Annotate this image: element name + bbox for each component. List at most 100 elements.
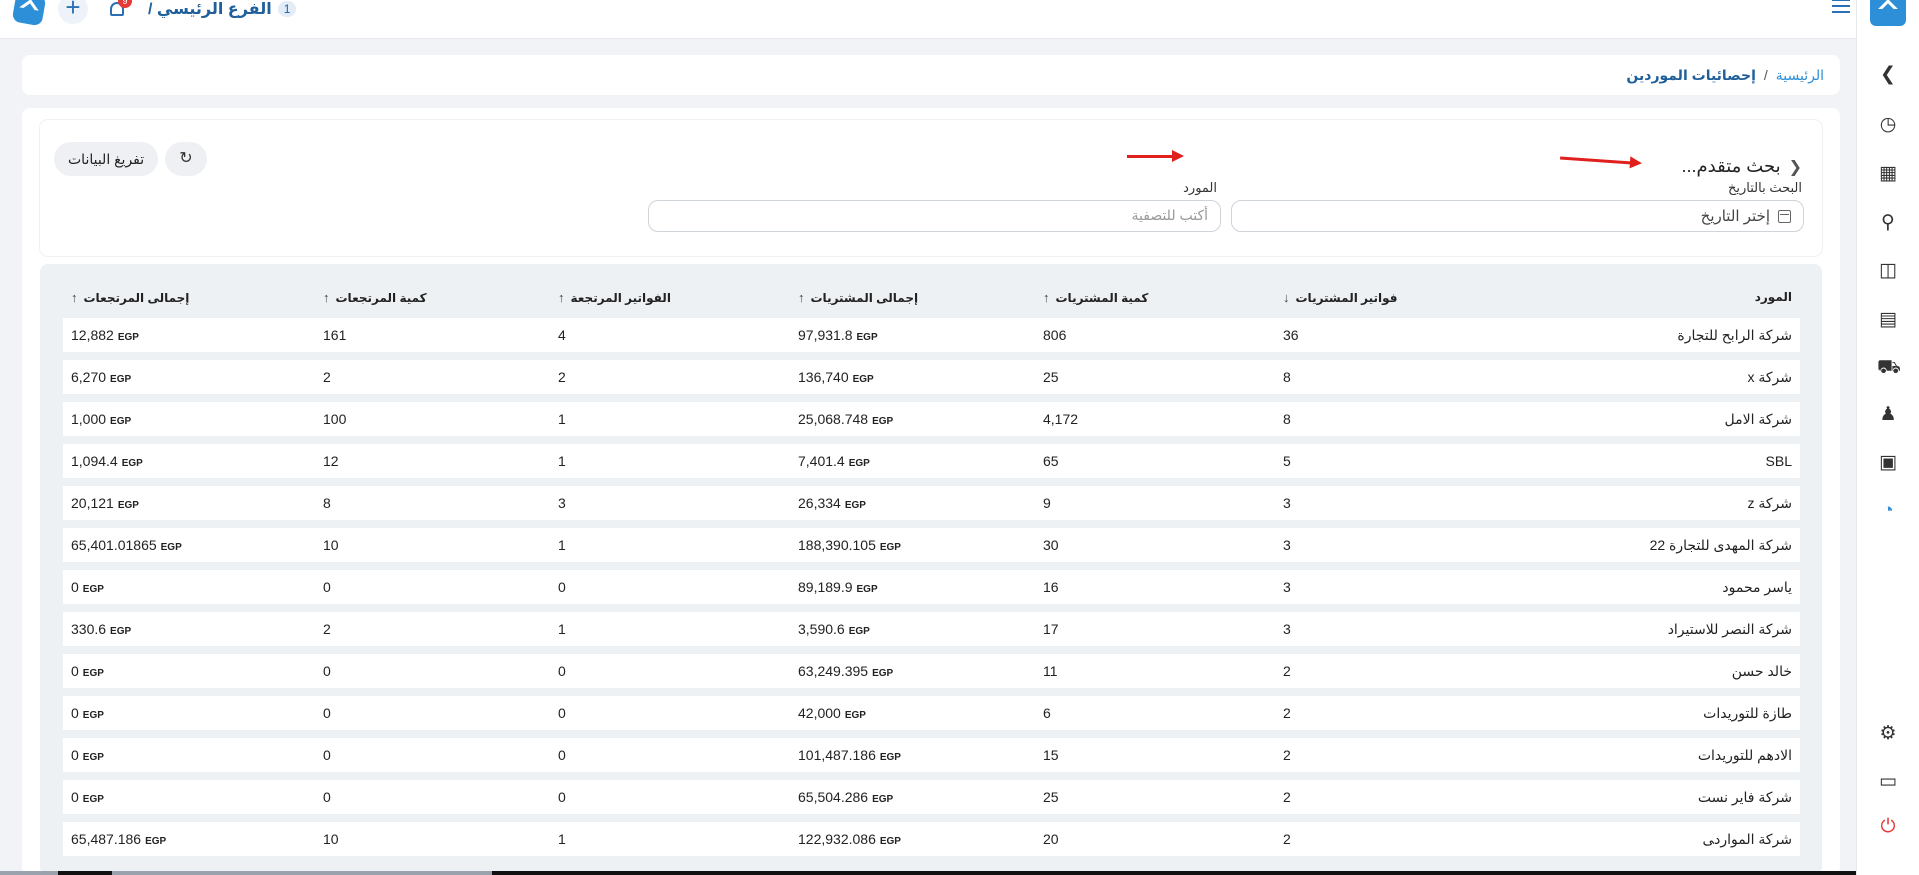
users-icon[interactable]: ♟ — [1877, 404, 1899, 426]
amount-value: 6,270 — [71, 369, 107, 385]
supplier-filter-label: المورد — [1183, 180, 1217, 195]
currency-label: EGP — [117, 500, 139, 511]
invoice-document-icon[interactable]: ◫ — [1877, 260, 1899, 282]
cell-returns-quantity: 0 — [315, 696, 550, 730]
table-row[interactable]: شركة الامل 8 4,172 25,068.748 EGP 1 100 1,000 EG… — [63, 402, 1800, 436]
date-picker-input[interactable]: إختر التاريخ — [1231, 200, 1804, 232]
sort-asc-icon[interactable]: ↑ — [1043, 290, 1050, 305]
sort-asc-icon[interactable]: ↑ — [798, 290, 805, 305]
table-row[interactable]: الادهم للتوريدات 2 15 101,487.186 EGP 0 0 0 EGP — [63, 738, 1800, 772]
cell-purchase-quantity: 6 — [1035, 696, 1275, 730]
sort-asc-icon[interactable]: ↑ — [323, 290, 330, 305]
amount-value: 0 — [71, 663, 79, 679]
cell-supplier: شركة الرابح للتجارة — [1515, 318, 1800, 352]
cell-returns-quantity: 10 — [315, 822, 550, 856]
table-row[interactable]: شركة النصر للاستيراد 3 17 3,590.6 EGP 1 2 330.6… — [63, 612, 1800, 646]
supplier-filter-input[interactable]: أكتب للتصفية — [648, 200, 1221, 232]
cell-supplier: شركة الموارد‍ى — [1515, 822, 1800, 856]
amount-value: 3,590.6 — [798, 621, 845, 637]
notifications-bell-icon[interactable]: 9 — [106, 0, 132, 22]
statistics-chart-icon[interactable]: ◔ — [1877, 500, 1899, 522]
table-row[interactable]: شركة x 8 25 136,740 EGP 2 2 6,270 EGP — [63, 360, 1800, 394]
table-row[interactable]: شركة الموارد‍ى 2 20 122,932.086 EGP 1 10 65,487… — [63, 822, 1800, 856]
table-row[interactable]: طازة للتوريدات 2 6 42,000 EGP 0 0 0 EGP — [63, 696, 1800, 730]
cell-purchase-invoices: 3 — [1275, 612, 1515, 646]
cell-purchase-quantity: 9 — [1035, 486, 1275, 520]
clear-data-button[interactable]: تفريغ البيانات — [54, 142, 159, 176]
header-purchase-invoices[interactable]: فواتير المشتريات↓ — [1275, 284, 1515, 310]
table-row[interactable]: ياسر محمود 3 16 89,189.9 EGP 0 0 0 EGP — [63, 570, 1800, 604]
delivery-truck-icon[interactable]: ⛟ — [1877, 357, 1901, 379]
amount-value: 20,121 — [71, 495, 114, 511]
collapse-chevron-icon[interactable]: ❮ — [1877, 64, 1899, 86]
annotation-arrow-date — [1559, 156, 1633, 165]
add-icon[interactable]: + — [58, 0, 88, 24]
header-returned-invoices[interactable]: الفواتير المرتجعة↑ — [550, 284, 790, 310]
branch-selector[interactable]: 1 الفرع الرئيسي / — [148, 0, 297, 19]
cell-returns-total: 20,121 EGP — [63, 486, 315, 520]
cell-returns-quantity: 8 — [315, 486, 550, 520]
amount-value: 65,487.186 — [71, 831, 142, 847]
table-row[interactable]: شركة فاير نست 2 25 65,504.286 EGP 0 0 0 EGP — [63, 780, 1800, 814]
cell-supplier: ياسر محمود — [1515, 570, 1800, 604]
currency-label: EGP — [82, 794, 104, 805]
cell-purchase-invoices: 2 — [1275, 780, 1515, 814]
header-returns-quantity[interactable]: كمية المرتجعات↑ — [315, 284, 550, 310]
display-screen-icon[interactable]: ▭ — [1877, 771, 1899, 793]
store-icon[interactable]: ▦ — [1877, 163, 1899, 185]
table-row[interactable]: خالد حسن 2 11 63,249.395 EGP 0 0 0 EGP — [63, 654, 1800, 688]
cell-supplier: SBL — [1515, 444, 1800, 478]
cell-returns-total: 0 EGP — [63, 738, 315, 772]
header-supplier[interactable]: المورد — [1515, 284, 1800, 310]
currency-label: EGP — [872, 668, 894, 679]
cell-returns-quantity: 100 — [315, 402, 550, 436]
currency-label: EGP — [879, 836, 901, 847]
table-row[interactable]: SBL 5 65 7,401.4 EGP 1 12 1,094.4 EGP — [63, 444, 1800, 478]
cell-returns-total: 0 EGP — [63, 654, 315, 688]
search-products-icon[interactable]: ⚲ — [1877, 212, 1899, 234]
breadcrumb-home-link[interactable]: الرئيسية — [1776, 67, 1824, 84]
dashboard-gauge-icon[interactable]: ◷ — [1877, 114, 1899, 136]
cell-returns-total: 0 EGP — [63, 570, 315, 604]
advanced-search-toggle[interactable]: ❮ بحث متقدم... — [1682, 156, 1803, 177]
header-purchase-total[interactable]: إجمالى المشتريات↑ — [790, 284, 1035, 310]
sort-asc-icon[interactable]: ↑ — [71, 290, 78, 305]
settings-gear-icon[interactable]: ⚙ — [1877, 723, 1899, 745]
power-logout-icon[interactable]: ⏻ — [1877, 816, 1899, 838]
header-returns-total[interactable]: إجمالى المرتجعات↑ — [63, 284, 315, 310]
sort-asc-icon[interactable]: ↑ — [558, 290, 565, 305]
table-row[interactable]: شركة الرابح للتجارة 36 806 97,931.8 EGP 4 161 1… — [63, 318, 1800, 352]
cell-supplier: طازة للتوريدات — [1515, 696, 1800, 730]
currency-label: EGP — [844, 710, 866, 721]
date-filter-label: البحث بالتاريخ — [1728, 180, 1802, 195]
cell-purchase-quantity: 30 — [1035, 528, 1275, 562]
cell-returns-quantity: 161 — [315, 318, 550, 352]
app-logo-icon[interactable] — [11, 0, 47, 27]
amount-value: 1,094.4 — [71, 453, 118, 469]
cell-returned-invoices: 1 — [550, 612, 790, 646]
header-purchase-quantity[interactable]: كمية المشتريات↑ — [1035, 284, 1275, 310]
purchases-document-icon[interactable]: ▤ — [1877, 309, 1899, 331]
currency-label: EGP — [852, 374, 874, 385]
table-row[interactable]: شركة المهدى للتجارة 22 3 30 188,390.105 EGP 1… — [63, 528, 1800, 562]
amount-value: 122,932.086 — [798, 831, 876, 847]
rail-logo-icon[interactable] — [1870, 0, 1906, 26]
cell-returned-invoices: 1 — [550, 822, 790, 856]
currency-label: EGP — [160, 542, 182, 553]
amount-value: 12,882 — [71, 327, 114, 343]
refresh-icon[interactable]: ↻ — [165, 142, 207, 176]
table-row[interactable]: شركة z 3 9 26,334 EGP 3 8 20,121 EGP — [63, 486, 1800, 520]
cell-returned-invoices: 2 — [550, 360, 790, 394]
cell-purchase-total: 101,487.186 EGP — [790, 738, 1035, 772]
sort-desc-icon[interactable]: ↓ — [1283, 290, 1290, 305]
hamburger-menu-icon[interactable] — [1832, 0, 1850, 15]
currency-label: EGP — [82, 584, 104, 595]
date-picker-placeholder: إختر التاريخ — [1700, 208, 1770, 225]
currency-label: EGP — [879, 752, 901, 763]
cell-supplier: الادهم للتوريدات — [1515, 738, 1800, 772]
inventory-icon[interactable]: ▣ — [1877, 452, 1899, 474]
cell-returns-quantity: 2 — [315, 360, 550, 394]
cell-purchase-invoices: 3 — [1275, 528, 1515, 562]
cell-purchase-total: 188,390.105 EGP — [790, 528, 1035, 562]
cell-purchase-invoices: 3 — [1275, 486, 1515, 520]
